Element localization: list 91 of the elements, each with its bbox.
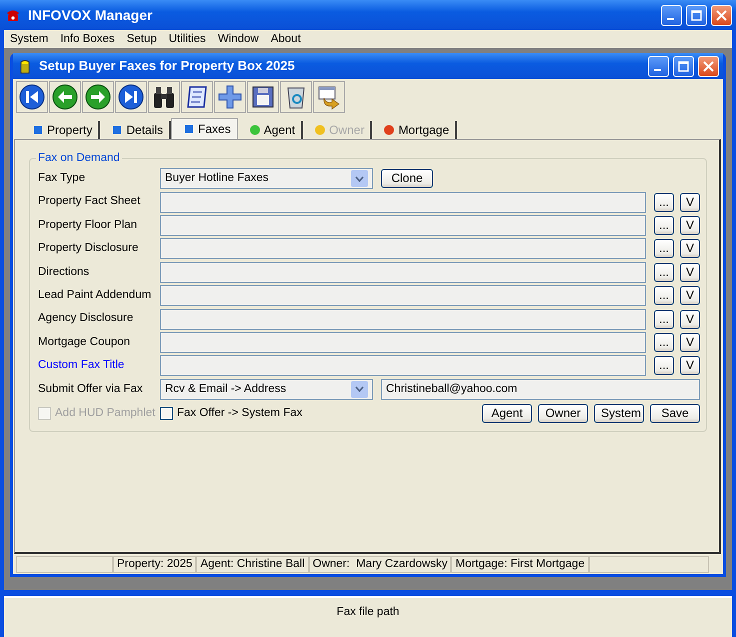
toolbar-button[interactable] <box>148 81 180 113</box>
input-field[interactable] <box>160 355 646 376</box>
view-button[interactable]: V <box>680 262 700 282</box>
action-button[interactable]: Owner <box>538 404 588 424</box>
action-button[interactable]: Agent <box>482 404 532 424</box>
field-label: Submit Offer via Fax <box>38 382 144 397</box>
status-text: Fax file path <box>336 605 400 620</box>
field-label: Property Disclosure <box>38 241 140 256</box>
clone-button[interactable]: Clone <box>381 169 433 188</box>
menu-item[interactable]: About <box>270 30 301 48</box>
view-button[interactable]: V <box>680 332 700 352</box>
browse-button[interactable]: ... <box>654 239 674 258</box>
view-button[interactable]: V <box>680 286 700 306</box>
close-button[interactable] <box>698 56 719 76</box>
dropdown[interactable]: Buyer Hotline Faxes <box>160 168 373 190</box>
browse-button[interactable]: ... <box>654 216 674 235</box>
menu-item[interactable]: System <box>10 30 48 48</box>
window-title: Setup Buyer Faxes for Property Box 2025 <box>39 57 295 76</box>
close-button[interactable] <box>711 4 732 26</box>
toolbar-button[interactable] <box>16 81 48 113</box>
input-field[interactable] <box>160 192 646 213</box>
view-button[interactable]: V <box>680 356 700 376</box>
field-label: Fax Type <box>38 171 86 186</box>
close-icon <box>703 60 714 72</box>
checkbox[interactable] <box>160 407 173 420</box>
status-pane: Agent: Christine Ball <box>196 556 309 573</box>
action-button[interactable]: System <box>594 404 644 424</box>
first-icon <box>19 84 45 110</box>
minimize-button[interactable] <box>648 56 669 76</box>
dropdown-value: Buyer Hotline Faxes <box>165 171 269 186</box>
telephone-icon <box>6 8 20 22</box>
checkbox-label: Add HUD Pamphlet <box>55 406 156 421</box>
field-label: Property Fact Sheet <box>38 194 142 210</box>
dropdown[interactable]: Rcv & Email -> Address <box>160 378 373 400</box>
toolbar-button[interactable] <box>247 81 279 113</box>
status-pane: Property: 2025 <box>113 556 196 573</box>
toolbar-button[interactable] <box>280 81 312 113</box>
maximize-icon <box>691 10 702 20</box>
action-button[interactable]: Save <box>650 404 700 424</box>
maximize-icon <box>678 60 689 72</box>
toolbar-button[interactable] <box>115 81 147 113</box>
input-field[interactable]: Christineball@yahoo.com <box>381 378 700 400</box>
document-icon <box>19 58 31 74</box>
minimize-icon <box>666 18 674 20</box>
input-field[interactable] <box>160 214 646 236</box>
dropdown-value: Rcv & Email -> Address <box>165 382 286 397</box>
view-button[interactable]: V <box>680 239 700 258</box>
scroll-icon <box>184 84 210 110</box>
menu-item[interactable]: Setup <box>126 30 157 48</box>
last-icon <box>118 84 144 110</box>
input-field[interactable] <box>160 262 646 283</box>
menu-item[interactable]: Info Boxes <box>60 30 115 48</box>
view-button[interactable]: V <box>680 310 700 329</box>
browse-button[interactable]: ... <box>654 262 674 282</box>
toolbar-button[interactable] <box>82 81 114 113</box>
status-pane: Owner: Mary Czardowsky <box>308 556 452 573</box>
window-title: INFOVOX Manager <box>28 6 152 25</box>
input-field[interactable] <box>160 285 646 306</box>
browse-button[interactable]: ... <box>654 356 674 376</box>
field-label: Lead Paint Addendum <box>38 288 152 304</box>
browse-button[interactable]: ... <box>654 332 674 352</box>
input-field[interactable] <box>160 308 646 330</box>
field-label: Agency Disclosure <box>38 311 134 326</box>
toolbar-button[interactable] <box>313 81 345 113</box>
status-pane: Mortgage: First Mortgage <box>451 556 589 573</box>
menu-item[interactable]: Window <box>218 30 259 48</box>
window-arrow-icon <box>316 84 342 110</box>
input-field[interactable] <box>160 332 646 353</box>
maximize-button[interactable] <box>673 56 694 76</box>
minimize-icon <box>654 68 660 70</box>
maximize-button[interactable] <box>686 4 707 26</box>
minimize-button[interactable] <box>661 4 682 26</box>
binoculars-icon <box>151 84 177 110</box>
field-label: Directions <box>38 264 90 280</box>
field-label: Custom Fax Title <box>38 358 126 374</box>
toolbar-button[interactable] <box>49 81 81 113</box>
view-button[interactable]: V <box>680 216 700 235</box>
toolbar-button[interactable] <box>181 81 213 113</box>
browse-button[interactable]: ... <box>654 192 674 212</box>
checkbox-label: Fax Offer -> System Fax <box>177 406 302 421</box>
view-button[interactable]: V <box>680 192 700 212</box>
toolbar-button[interactable] <box>214 81 246 113</box>
tab[interactable]: Faxes <box>171 118 238 139</box>
field-label: Property Floor Plan <box>38 218 138 233</box>
close-icon <box>716 10 727 20</box>
plus-icon <box>217 84 243 110</box>
browse-button[interactable]: ... <box>654 286 674 306</box>
menu-item[interactable]: Utilities <box>168 30 206 48</box>
browse-button[interactable]: ... <box>654 310 674 329</box>
field-label: Mortgage Coupon <box>38 334 132 350</box>
input-field[interactable] <box>160 238 646 260</box>
